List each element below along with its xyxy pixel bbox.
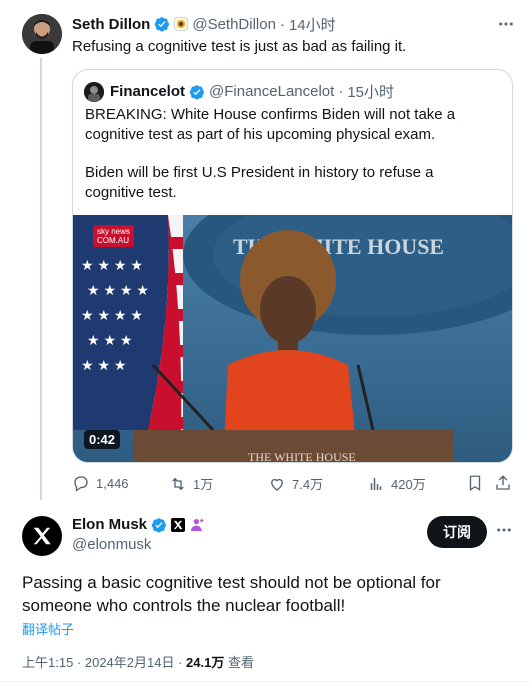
view-label: 查看 xyxy=(224,655,254,670)
video-frame: THE WHITE HOUSE ★ ★ ★ ★ ★ ★ ★ ★ ★ ★ ★ ★ … xyxy=(73,215,512,463)
author-handle: @FinanceLancelot xyxy=(209,83,335,100)
reply-button[interactable]: 1,446 xyxy=(72,474,129,492)
video-duration: 0:42 xyxy=(84,430,121,449)
quote-paragraph: Biden will be first U.S President in his… xyxy=(85,164,434,201)
affiliate-badge-icon xyxy=(174,17,189,31)
svg-text:★ ★ ★ ★: ★ ★ ★ ★ xyxy=(81,307,143,323)
retweet-icon xyxy=(172,477,184,490)
svg-text:★ ★ ★: ★ ★ ★ xyxy=(87,332,132,348)
quote-header: Financelot @FinanceLancelot · 15小时 xyxy=(84,81,394,102)
video-media[interactable]: THE WHITE HOUSE ★ ★ ★ ★ ★ ★ ★ ★ ★ ★ ★ ★ … xyxy=(73,215,512,463)
svg-text:★ ★ ★ ★: ★ ★ ★ ★ xyxy=(87,282,149,298)
author-handle[interactable]: @SethDillon xyxy=(192,16,276,33)
views-icon xyxy=(370,477,382,490)
avatar[interactable] xyxy=(22,516,62,556)
timestamp-row: 上午1:15 · 2024年2月14日 · 24.1万 查看 xyxy=(22,652,254,671)
verified-icon xyxy=(155,17,170,32)
quote-text: BREAKING: White House confirms Biden wil… xyxy=(85,105,495,221)
thread-line xyxy=(40,58,42,500)
tweet-text: Refusing a cognitive test is just as bad… xyxy=(72,38,407,55)
view-count: 24.1万 xyxy=(186,655,225,670)
avatar[interactable] xyxy=(22,14,62,54)
like-button[interactable]: 7.4万 xyxy=(268,474,323,493)
tweet-header: Seth Dillon @SethDillon · 14小时 xyxy=(72,14,336,34)
author-handle[interactable]: @elonmusk xyxy=(72,536,151,553)
share-icon xyxy=(496,475,510,490)
x-badge-icon xyxy=(171,517,186,532)
podium-text: THE WHITE HOUSE xyxy=(248,450,356,463)
more-icon[interactable] xyxy=(495,14,517,34)
retweet-count: 1万 xyxy=(193,477,214,492)
dot-separator: · xyxy=(338,83,344,100)
bookmark-icon xyxy=(469,475,481,492)
author-name: Financelot xyxy=(110,83,186,100)
elon-name-row: Elon Musk xyxy=(72,516,205,533)
verified-icon xyxy=(189,84,205,99)
author-name[interactable]: Seth Dillon xyxy=(72,16,150,33)
quoted-tweet-card[interactable]: Financelot @FinanceLancelot · 15小时 BREAK… xyxy=(72,69,513,463)
dot-separator: · xyxy=(279,15,285,33)
author-name[interactable]: Elon Musk xyxy=(72,516,147,533)
svg-text:★ ★ ★: ★ ★ ★ xyxy=(81,357,126,373)
retweet-button[interactable]: 1万 xyxy=(169,474,213,493)
more-icon[interactable] xyxy=(495,521,513,544)
views-button[interactable]: 420万 xyxy=(367,474,426,493)
reply-icon xyxy=(74,476,88,492)
quote-paragraph: BREAKING: White House confirms Biden wil… xyxy=(85,106,456,143)
like-count: 7.4万 xyxy=(292,477,324,492)
timestamp[interactable]: 上午1:15 · 2024年2月14日 · xyxy=(22,655,186,670)
verified-icon xyxy=(151,517,167,532)
view-count: 420万 xyxy=(391,477,426,492)
tweet-text: Passing a basic cognitive test should no… xyxy=(22,573,441,615)
x-logo-icon xyxy=(33,527,51,545)
tweet-time: 15小时 xyxy=(347,84,395,101)
like-icon xyxy=(271,478,283,491)
person-badge-icon xyxy=(189,517,205,533)
sky-news-logo: sky news COM.AU xyxy=(93,225,134,247)
reply-count: 1,446 xyxy=(96,475,129,491)
tweet-time[interactable]: 14小时 xyxy=(289,14,336,35)
avatar xyxy=(84,81,104,102)
svg-text:★ ★ ★ ★: ★ ★ ★ ★ xyxy=(81,257,143,273)
translate-link[interactable]: 翻译帖子 xyxy=(22,619,74,638)
subscribe-button[interactable]: 订阅 xyxy=(427,516,487,548)
share-button[interactable] xyxy=(494,474,512,492)
bookmark-button[interactable] xyxy=(466,474,484,492)
